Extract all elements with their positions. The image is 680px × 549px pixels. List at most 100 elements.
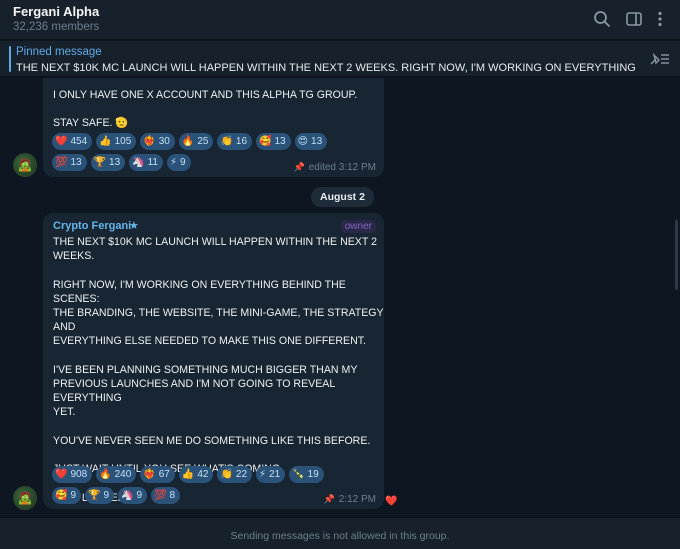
- reaction-emoji-icon: 🍾: [292, 468, 305, 480]
- reaction-chip[interactable]: 🍾 19: [289, 466, 324, 483]
- pinned-text: THE NEXT $10K MC LAUNCH WILL HAPPEN WITH…: [16, 62, 636, 74]
- reaction-count: 16: [235, 136, 248, 147]
- reaction-emoji-icon: 🔥: [181, 135, 195, 147]
- more-menu-icon[interactable]: [650, 9, 670, 29]
- reaction-chip[interactable]: 💯 8: [151, 487, 181, 504]
- reaction-emoji-icon: 👍: [99, 135, 112, 147]
- pin-icon: 📌: [323, 494, 335, 504]
- sender-name[interactable]: Crypto Fergani: [53, 220, 131, 232]
- reaction-emoji-icon: 💯: [55, 156, 68, 168]
- reaction-emoji-icon: 🦄: [132, 156, 145, 168]
- message-text: THE NEXT $10K MC LAUNCH WILL HAPPEN WITH…: [53, 236, 384, 504]
- reaction-emoji-icon: 💯: [154, 489, 167, 501]
- reaction-chip[interactable]: 😍 13: [294, 133, 328, 150]
- reaction-chip[interactable]: 👍 105: [96, 133, 137, 150]
- reaction-emoji-icon: 🥰: [259, 135, 272, 147]
- reaction-emoji-icon: 👏: [220, 135, 233, 147]
- reaction-chip[interactable]: 🏆 9: [85, 487, 115, 504]
- reaction-chip[interactable]: 🥰 9: [52, 487, 82, 504]
- reaction-chip[interactable]: ⚡ 9: [167, 154, 191, 171]
- messages-not-allowed-text: Sending messages is not allowed in this …: [230, 530, 450, 542]
- reaction-count: 13: [311, 136, 323, 147]
- reaction-emoji-icon: 🥰: [55, 489, 68, 501]
- reaction-count: 908: [70, 469, 88, 480]
- pinned-list-icon[interactable]: [649, 51, 671, 67]
- date-separator: August 2: [311, 187, 374, 207]
- reaction-emoji-icon: 😍: [297, 135, 309, 147]
- pinned-label: Pinned message: [16, 46, 102, 58]
- scrollbar[interactable]: [675, 220, 678, 290]
- reaction-chip[interactable]: 🏆 13: [90, 154, 126, 171]
- reaction-chip[interactable]: ❤️ 908: [52, 466, 93, 483]
- reaction-emoji-icon: ⚡: [259, 468, 267, 480]
- reaction-chip[interactable]: ⚡ 21: [256, 466, 286, 483]
- reaction-emoji-icon: 🔥: [99, 468, 112, 480]
- reaction-count: 13: [274, 136, 286, 147]
- reaction-chip[interactable]: ❤️‍🔥 30: [140, 133, 175, 150]
- reaction-row: ❤️ 908 🔥 240 ❤️‍🔥 67 👍 42 👏 22 ⚡ 21 🍾 19: [52, 466, 324, 483]
- reaction-count: 240: [114, 469, 132, 480]
- star-icon: ★: [129, 220, 139, 232]
- pinned-accent-bar: [9, 46, 11, 72]
- reaction-chip[interactable]: 👍 42: [178, 466, 214, 483]
- reaction-emoji-icon: ⚡: [170, 156, 178, 168]
- reaction-count: 454: [70, 136, 88, 147]
- reaction-emoji-icon: ❤️‍🔥: [143, 135, 156, 147]
- reaction-count: 25: [197, 136, 209, 147]
- member-count: 32,236 members: [13, 21, 100, 33]
- reaction-emoji-icon: 🏆: [88, 489, 101, 501]
- owner-badge: owner: [340, 220, 376, 233]
- reaction-chip[interactable]: 🔥 25: [178, 133, 214, 150]
- reaction-emoji-icon: ❤️: [55, 135, 68, 147]
- message-time: 2:12 PM: [338, 494, 376, 505]
- sidebar-toggle-icon[interactable]: [624, 9, 644, 29]
- reaction-chip[interactable]: 👏 22: [217, 466, 253, 483]
- reaction-count: 9: [103, 490, 110, 501]
- reaction-count: 22: [235, 469, 248, 480]
- reaction-emoji-icon: 🦄: [121, 489, 134, 501]
- pin-icon: 📌: [293, 162, 305, 172]
- reaction-chip[interactable]: ❤️‍🔥 67: [140, 466, 175, 483]
- reaction-emoji-icon: 🏆: [93, 156, 107, 168]
- chat-header[interactable]: Fergani Alpha 32,236 members: [0, 0, 680, 40]
- reaction-chip[interactable]: 🦄 9: [118, 487, 148, 504]
- reaction-count: 42: [197, 469, 209, 480]
- reaction-count: 13: [109, 157, 121, 168]
- reaction-chip[interactable]: 🔥 240: [96, 466, 137, 483]
- reaction-count: 13: [70, 157, 82, 168]
- search-icon[interactable]: [592, 9, 612, 29]
- reaction-count: 9: [136, 490, 143, 501]
- reaction-emoji-icon: 👍: [181, 468, 195, 480]
- composer-disabled-bar: Sending messages is not allowed in this …: [0, 517, 680, 549]
- reaction-chip[interactable]: 🥰 13: [256, 133, 291, 150]
- message-bubble-1[interactable]: I ONLY HAVE ONE X ACCOUNT AND THIS ALPHA…: [43, 78, 384, 177]
- reaction-count: 105: [114, 136, 132, 147]
- reaction-count: 30: [158, 136, 170, 147]
- reaction-count: 21: [269, 469, 281, 480]
- reaction-row: 🥰 9 🏆 9 🦄 9 💯 8: [52, 487, 324, 504]
- reaction-emoji-icon: 👏: [220, 468, 233, 480]
- reaction-chip[interactable]: 🦄 11: [129, 154, 163, 171]
- avatar[interactable]: 🧟: [13, 486, 37, 510]
- heart-icon[interactable]: ❤️: [385, 496, 397, 507]
- message-time: edited 3:12 PM: [308, 162, 376, 173]
- reaction-chip[interactable]: 💯 13: [52, 154, 87, 171]
- reaction-count: 9: [70, 490, 77, 501]
- message-bubble-2[interactable]: Crypto Fergani ★ owner THE NEXT $10K MC …: [43, 213, 384, 509]
- reaction-count: 67: [158, 469, 170, 480]
- reactions: ❤️ 908 🔥 240 ❤️‍🔥 67 👍 42 👏 22 ⚡ 21 🍾 19 🥰 9 🏆 9 🦄 9 💯 8: [52, 466, 324, 508]
- reaction-count: 19: [307, 469, 319, 480]
- message-text: I ONLY HAVE ONE X ACCOUNT AND THIS ALPHA…: [53, 89, 358, 130]
- pinned-message-bar[interactable]: Pinned message THE NEXT $10K MC LAUNCH W…: [0, 41, 680, 77]
- reaction-emoji-icon: ❤️: [55, 468, 68, 480]
- message-meta: 📌 2:12 PM: [324, 494, 376, 505]
- reaction-emoji-icon: ❤️‍🔥: [143, 468, 156, 480]
- reaction-row: 💯 13 🏆 13 🦄 11 ⚡ 9: [52, 154, 327, 171]
- reaction-chip[interactable]: ❤️ 454: [52, 133, 93, 150]
- reaction-count: 11: [147, 157, 158, 168]
- message-meta: 📌 edited 3:12 PM: [294, 162, 376, 173]
- reaction-chip[interactable]: 👏 16: [217, 133, 253, 150]
- avatar[interactable]: 🧟: [13, 153, 37, 177]
- reaction-count: 9: [180, 157, 186, 168]
- reaction-count: 8: [169, 490, 176, 501]
